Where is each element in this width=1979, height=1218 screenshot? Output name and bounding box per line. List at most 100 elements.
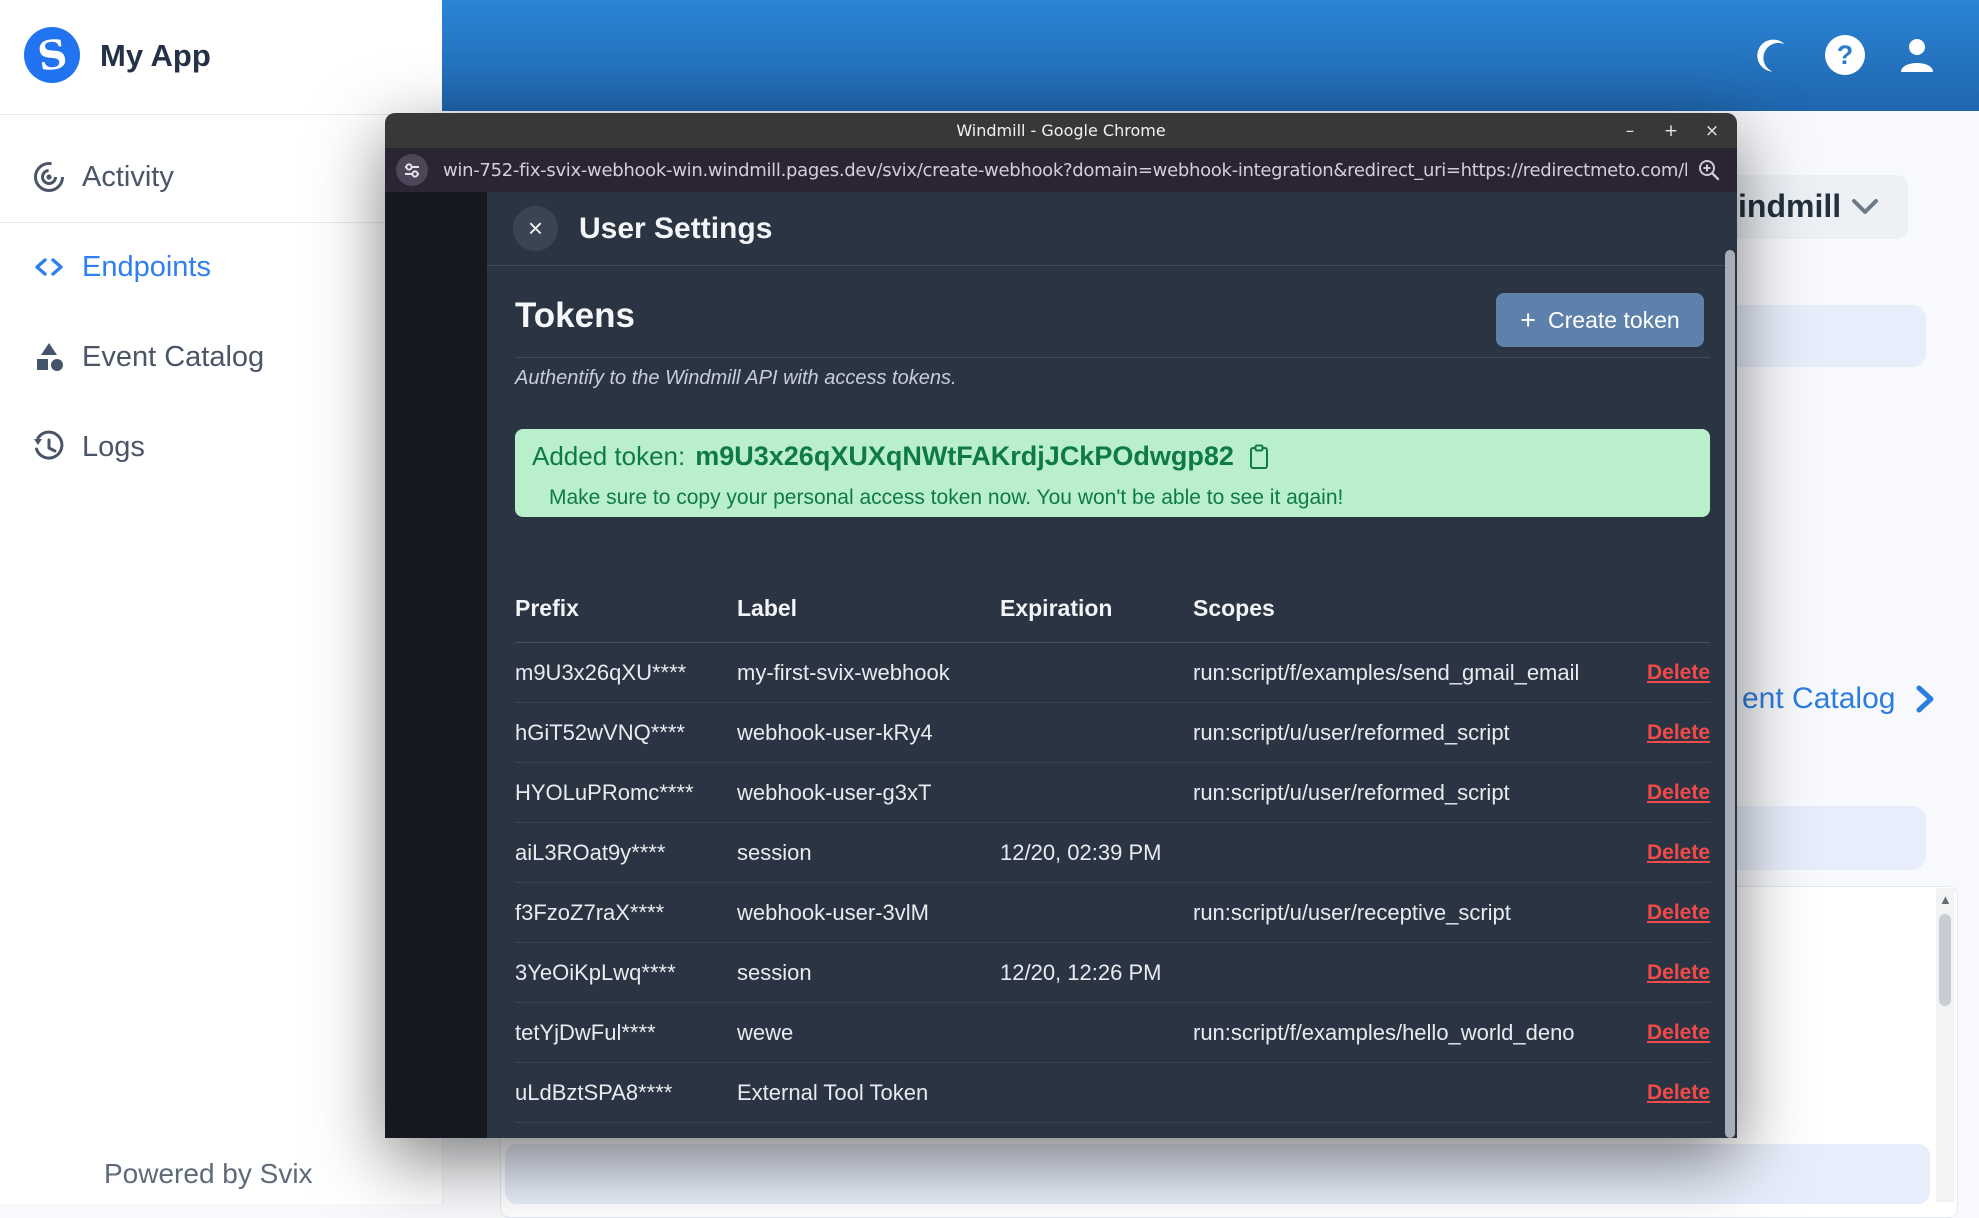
sidebar-item-event-catalog[interactable]: Event Catalog [0, 312, 442, 402]
account-icon[interactable] [1894, 32, 1940, 78]
scrollbar-thumb[interactable] [1939, 914, 1951, 1006]
added-token-label: Added token: [532, 441, 686, 471]
top-header-bar: ? [442, 0, 1979, 111]
token-label: session [737, 959, 812, 985]
table-row: 3YeOiKpLwq**** session 12/20, 12:26 PM D… [515, 943, 1710, 1003]
token-expiration: 12/20, 12:26 PM [1000, 959, 1162, 985]
token-label: webhook-user-3vlM [737, 899, 929, 925]
sidebar-item-endpoints[interactable]: Endpoints [0, 222, 442, 312]
table-row-partially-clipped: i9AiXYkdR**** Delete [515, 1123, 1710, 1138]
powered-by-svix: Powered by Svix [104, 1158, 313, 1189]
sidebar-item-label: Endpoints [82, 250, 211, 283]
tokens-section-subtitle: Authentify to the Windmill API with acce… [515, 367, 957, 389]
token-expiration: 12/20, 02:39 PM [1000, 839, 1162, 865]
token-label: webhook-user-g3xT [737, 779, 932, 805]
activity-icon [34, 162, 64, 192]
table-row: f3FzoZ7raX**** webhook-user-3vlM run:scr… [515, 883, 1710, 943]
col-header-scopes: Scopes [1193, 595, 1275, 621]
delete-token-link[interactable]: Delete [1618, 1021, 1710, 1045]
user-settings-modal: × User Settings Tokens + Create token Au… [487, 192, 1737, 1138]
delete-token-link[interactable]: Delete [1618, 1081, 1710, 1105]
divider [515, 357, 1710, 358]
delete-token-link[interactable]: Delete [1618, 841, 1710, 865]
svix-logo: S [24, 27, 80, 83]
copy-clipboard-icon[interactable] [1248, 444, 1270, 470]
plus-icon: + [1520, 304, 1537, 335]
token-label: session [737, 839, 812, 865]
token-scopes: run:script/u/user/reformed_script [1193, 779, 1510, 805]
url-bar: win-752-fix-svix-webhook-win.windmill.pa… [385, 148, 1737, 192]
delete-token-link[interactable]: Delete [1618, 781, 1710, 805]
tokens-table-header: Prefix Label Expiration Scopes [515, 575, 1710, 643]
token-label: webhook-user-kRy4 [737, 719, 933, 745]
window-titlebar[interactable]: Windmill - Google Chrome – + × [385, 113, 1737, 148]
added-token-line: Added token: m9U3x26qXUXqNWtFAKrdjJCkPOd… [532, 441, 1270, 472]
delete-token-link[interactable]: Delete [1618, 961, 1710, 985]
added-token-value: m9U3x26qXUXqNWtFAKrdjJCkPOdwgp82 [695, 441, 1234, 471]
divider [0, 114, 442, 115]
close-modal-button[interactable]: × [513, 206, 558, 251]
scrollbar-up-arrow-icon[interactable]: ▲ [1939, 892, 1952, 907]
modal-scrollbar[interactable] [1725, 250, 1735, 1138]
table-row: uLdBztSPA8**** External Tool Token Delet… [515, 1063, 1710, 1123]
maximize-button[interactable]: + [1662, 121, 1680, 141]
tokens-section-title: Tokens [515, 296, 635, 335]
event-catalog-link[interactable]: ent Catalog [1742, 682, 1939, 716]
window-controls: – + × [1621, 113, 1721, 148]
chevron-right-icon [1916, 685, 1934, 713]
token-prefix: uLdBztSPA8**** [515, 1079, 673, 1105]
col-header-prefix: Prefix [515, 595, 579, 621]
token-scopes: run:script/u/user/reformed_script [1193, 719, 1510, 745]
address-input[interactable]: win-752-fix-svix-webhook-win.windmill.pa… [443, 160, 1687, 181]
chrome-window: Windmill - Google Chrome – + × win-752-f… [385, 113, 1737, 1138]
token-prefix: f3FzoZ7raX**** [515, 899, 665, 925]
delete-token-link[interactable]: Delete [1618, 901, 1710, 925]
sidebar-item-logs[interactable]: Logs [0, 402, 442, 492]
help-icon[interactable]: ? [1822, 32, 1868, 78]
window-title: Windmill - Google Chrome [956, 121, 1166, 140]
token-label: wewe [737, 1019, 794, 1045]
table-row: m9U3x26qXU**** my-first-svix-webhook run… [515, 643, 1710, 703]
page-panel-scrollbar[interactable]: ▲ [1936, 888, 1954, 1202]
token-prefix: aiL3ROat9y**** [515, 839, 666, 865]
modal-title: User Settings [579, 212, 773, 245]
close-window-button[interactable]: × [1703, 121, 1721, 141]
token-label: my-first-svix-webhook [737, 659, 950, 685]
workspace-selector-label: indmill [1738, 188, 1842, 224]
token-prefix: HYOLuPRomc**** [515, 779, 694, 805]
event-catalog-link-label: ent Catalog [1742, 682, 1896, 715]
token-scopes: run:script/u/user/receptive_script [1193, 899, 1511, 925]
svg-text:?: ? [1837, 40, 1854, 70]
sidebar-item-label: Logs [82, 430, 145, 463]
logs-icon [34, 430, 64, 460]
token-scopes: run:script/f/examples/hello_world_deno [1193, 1019, 1575, 1045]
chevron-down-icon [1852, 199, 1878, 214]
table-row: tetYjDwFul**** wewe run:script/f/example… [515, 1003, 1710, 1063]
token-prefix: tetYjDwFul**** [515, 1019, 656, 1045]
divider [0, 222, 442, 223]
sidebar-item-label: Activity [82, 160, 174, 193]
app-name: My App [100, 38, 211, 73]
screen: { "sidebar": { "app_name": "My App", "it… [0, 0, 1979, 1218]
sidebar-item-label: Event Catalog [82, 340, 265, 373]
dark-mode-moon-icon[interactable] [1749, 32, 1795, 78]
zoom-page-icon[interactable] [1697, 158, 1721, 182]
tokens-table: Prefix Label Expiration Scopes m9U3x26qX… [515, 575, 1710, 1138]
added-token-banner: Added token: m9U3x26qXUXqNWtFAKrdjJCkPOd… [515, 429, 1710, 517]
sidebar: S My App Activity Endpoints Event Catalo… [0, 0, 443, 1204]
token-copy-note: Make sure to copy your personal access t… [549, 486, 1344, 509]
minimize-button[interactable]: – [1621, 121, 1639, 141]
token-prefix: 3YeOiKpLwq**** [515, 959, 676, 985]
page-field-placeholder-band [505, 1144, 1930, 1204]
delete-token-link[interactable]: Delete [1618, 661, 1710, 685]
create-token-button[interactable]: + Create token [1496, 293, 1704, 347]
token-prefix: hGiT52wVNQ**** [515, 719, 685, 745]
delete-token-link[interactable]: Delete [1618, 721, 1710, 745]
token-label: External Tool Token [737, 1079, 929, 1105]
page-content: × User Settings Tokens + Create token Au… [385, 192, 1737, 1138]
sidebar-item-activity[interactable]: Activity [0, 132, 442, 222]
col-header-label: Label [737, 595, 798, 621]
table-row: hGiT52wVNQ**** webhook-user-kRy4 run:scr… [515, 703, 1710, 763]
site-settings-icon[interactable] [396, 154, 428, 186]
token-scopes: run:script/f/examples/send_gmail_email [1193, 659, 1580, 685]
